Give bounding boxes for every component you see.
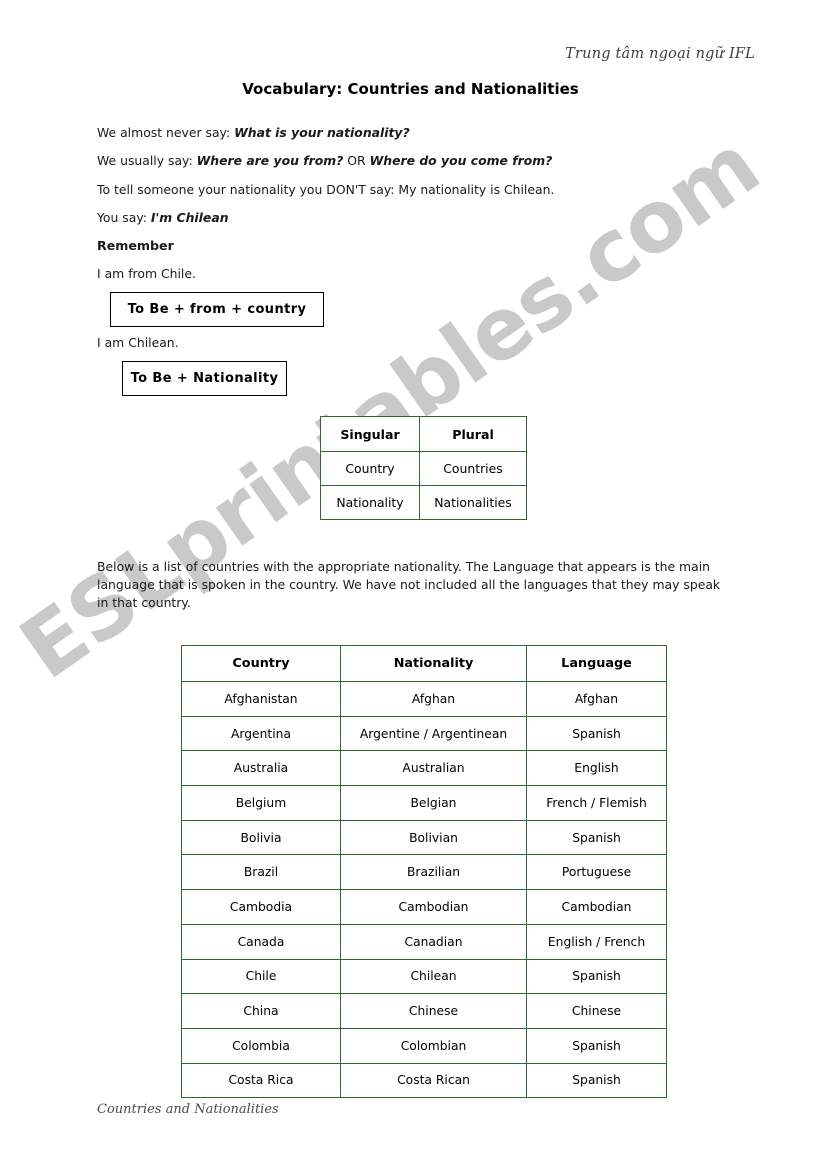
- cell-singular: Country: [320, 451, 420, 486]
- cell-language: English: [526, 750, 667, 787]
- example-sentence-1: I am from Chile.: [97, 266, 196, 281]
- cell-plural: Countries: [419, 451, 527, 486]
- intro-line-2-prefix: We usually say:: [97, 153, 197, 168]
- cell-country: Costa Rica: [181, 1062, 341, 1099]
- table-row: Chile Chilean Spanish: [181, 958, 667, 995]
- cell-country: Brazil: [181, 854, 341, 891]
- column-header-plural: Plural: [419, 416, 527, 452]
- cell-nationality: Chinese: [340, 993, 527, 1029]
- table-row: China Chinese Chinese: [181, 993, 667, 1029]
- cell-language: Spanish: [526, 1027, 667, 1064]
- cell-language: Afghan: [526, 681, 667, 717]
- column-header-nationality: Nationality: [340, 645, 527, 682]
- table-row: Country Countries: [320, 451, 527, 486]
- cell-nationality: Costa Rican: [340, 1062, 527, 1099]
- remember-heading: Remember: [97, 238, 174, 253]
- table-row: Canada Canadian English / French: [181, 923, 667, 960]
- cell-country: Bolivia: [181, 819, 341, 856]
- cell-language: Spanish: [526, 819, 667, 856]
- table-row: Cambodia Cambodian Cambodian: [181, 889, 667, 925]
- cell-country: Argentina: [181, 715, 341, 752]
- table-row: Colombia Colombian Spanish: [181, 1027, 667, 1064]
- organization-header: Trung tâm ngoại ngữ IFL: [565, 46, 755, 62]
- cell-nationality: Chilean: [340, 958, 527, 995]
- table-row: Bolivia Bolivian Spanish: [181, 819, 667, 856]
- cell-language: Portuguese: [526, 854, 667, 891]
- cell-nationality: Brazilian: [340, 854, 527, 891]
- cell-nationality: Argentine / Argentinean: [340, 715, 527, 752]
- cell-language: Spanish: [526, 958, 667, 995]
- intro-line-1-emphasis: What is your nationality?: [234, 125, 410, 140]
- cell-country: China: [181, 993, 341, 1029]
- cell-country: Australia: [181, 750, 341, 787]
- cell-country: Cambodia: [181, 889, 341, 925]
- column-header-singular: Singular: [320, 416, 420, 452]
- cell-language: Spanish: [526, 1062, 667, 1099]
- intro-line-2: We usually say: Where are you from? OR W…: [97, 152, 552, 170]
- intro-line-2-emphasis-a: Where are you from?: [196, 153, 344, 168]
- table-row: Brazil Brazilian Portuguese: [181, 854, 667, 891]
- countries-nationalities-table: Country Nationality Language Afghanistan…: [181, 645, 667, 1099]
- cell-nationality: Afghan: [340, 681, 527, 717]
- cell-nationality: Colombian: [340, 1027, 527, 1064]
- table-row: Costa Rica Costa Rican Spanish: [181, 1062, 667, 1099]
- table-header-row: Singular Plural: [320, 416, 527, 452]
- page-title: Vocabulary: Countries and Nationalities: [242, 80, 579, 98]
- column-header-country: Country: [181, 645, 341, 682]
- cell-country: Belgium: [181, 785, 341, 821]
- cell-plural: Nationalities: [419, 485, 527, 520]
- intro-line-2-emphasis-b: Where do you come from?: [369, 153, 553, 168]
- formula-box-from-country: To Be + from + country: [110, 292, 324, 327]
- formula-box-nationality: To Be + Nationality: [122, 361, 287, 396]
- intro-line-2-middle: OR: [343, 153, 370, 168]
- intro-line-1-prefix: We almost never say:: [97, 125, 235, 140]
- cell-country: Canada: [181, 923, 341, 960]
- cell-country: Colombia: [181, 1027, 341, 1064]
- column-header-language: Language: [526, 645, 667, 682]
- cell-language: Spanish: [526, 715, 667, 752]
- intro-line-3: To tell someone your nationality you DON…: [97, 182, 555, 197]
- cell-nationality: Belgian: [340, 785, 527, 821]
- table-header-row: Country Nationality Language: [181, 645, 667, 682]
- table-row: Afghanistan Afghan Afghan: [181, 681, 667, 717]
- cell-language: English / French: [526, 923, 667, 960]
- table-row: Australia Australian English: [181, 750, 667, 787]
- table-row: Belgium Belgian French / Flemish: [181, 785, 667, 821]
- table-body: Afghanistan Afghan Afghan Argentina Arge…: [181, 681, 667, 1099]
- intro-line-4-emphasis: I'm Chilean: [150, 210, 229, 225]
- cell-nationality: Cambodian: [340, 889, 527, 925]
- page-footer: Countries and Nationalities: [97, 1102, 279, 1117]
- cell-singular: Nationality: [320, 485, 420, 520]
- intro-line-1: We almost never say: What is your nation…: [97, 124, 410, 142]
- cell-country: Afghanistan: [181, 681, 341, 717]
- cell-language: French / Flemish: [526, 785, 667, 821]
- cell-language: Cambodian: [526, 889, 667, 925]
- cell-nationality: Canadian: [340, 923, 527, 960]
- table-row: Nationality Nationalities: [320, 485, 527, 520]
- table-row: Argentina Argentine / Argentinean Spanis…: [181, 715, 667, 752]
- intro-line-4-prefix: You say:: [97, 210, 151, 225]
- example-sentence-2: I am Chilean.: [97, 335, 179, 350]
- description-paragraph: Below is a list of countries with the ap…: [97, 559, 721, 610]
- cell-country: Chile: [181, 958, 341, 995]
- cell-language: Chinese: [526, 993, 667, 1029]
- intro-line-4: You say: I'm Chilean: [97, 209, 229, 227]
- worksheet-page: ESLprintables.com Trung tâm ngoại ngữ IF…: [0, 0, 821, 1169]
- cell-nationality: Australian: [340, 750, 527, 787]
- cell-nationality: Bolivian: [340, 819, 527, 856]
- singular-plural-table: Singular Plural Country Countries Nation…: [320, 416, 527, 520]
